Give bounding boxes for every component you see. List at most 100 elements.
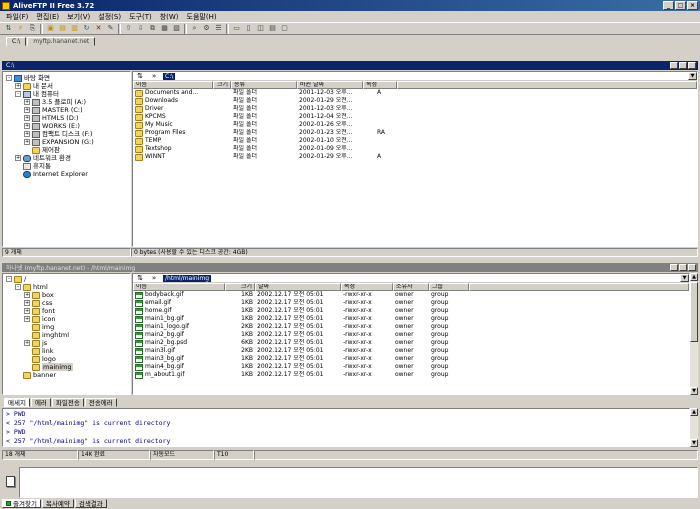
expander-icon[interactable]: - [6,276,12,282]
connect-icon[interactable]: ⇅ [3,24,14,34]
remote-maximize-button[interactable] [679,264,687,271]
menu-settings[interactable]: 설정(S) [94,12,125,22]
table-row[interactable]: main3_bg.gif 1KB 2002.12.17 오전 05:01 -rwxr-… [133,355,689,363]
table-row[interactable]: Documents and... 파일 폴더 2001-12-03 오후... A [133,89,697,97]
table-row[interactable]: main4_bg.gif 1KB 2002.12.17 오전 05:01 -rwxr-… [133,363,689,371]
table-row[interactable]: main3l.gif 2KB 2002.12.17 오전 05:01 -rwxr-xr… [133,347,689,355]
upload-icon[interactable]: ⇧ [123,24,134,34]
delete-icon[interactable]: ✕ [93,24,104,34]
expander-icon[interactable]: + [15,83,21,89]
table-row[interactable]: Downloads 파일 폴더 2002-01-29 오전... [133,97,697,105]
table-row[interactable]: home.gif 1KB 2002.12.17 오전 05:01 -rwxr-xr-x… [133,307,689,315]
scroll-up-icon[interactable]: ▲ [690,273,698,281]
tab-local[interactable]: C:\ [6,37,27,46]
remote-go-icon[interactable]: » [147,274,161,282]
remote-col-group[interactable]: 그룹 [429,283,469,291]
expander-icon[interactable]: + [24,308,30,314]
menu-file[interactable]: 파일(F) [2,12,32,22]
local-up-icon[interactable]: ⇅ [133,72,147,80]
table-row[interactable]: m_about1.gif 1KB 2002.12.17 오전 05:01 -rwxr-… [133,371,689,379]
tree-node[interactable]: + MASTER (C:) [3,106,130,114]
expander-icon[interactable]: - [15,91,21,97]
expander-icon[interactable]: + [24,131,30,137]
copy-icon[interactable]: ⧉ [147,24,158,34]
tree-node[interactable]: + HTMLS (D:) [3,114,130,122]
tree-node[interactable]: + font [3,307,130,315]
remote-scrollbar[interactable]: ▲ ▼ [690,273,698,395]
bottom-tab-search-results[interactable]: 검색결과 [74,499,107,508]
tree-node[interactable]: +3.5 플로피 (A:) [3,98,130,106]
tree-node[interactable]: - 바탕 화면 [3,74,130,82]
remote-address-dropdown-icon[interactable]: ▼ [680,274,689,282]
local-col-type[interactable]: 종류 [231,81,297,89]
expander-icon[interactable]: + [15,155,21,161]
tree-node[interactable]: imghtml [3,331,130,339]
expander-icon[interactable]: + [24,99,30,105]
table-row[interactable]: KPCMS 파일 폴더 2001-12-04 오전... [133,113,697,121]
favorites-side-icon[interactable] [2,464,18,499]
local-address-input[interactable]: C:\ [163,72,176,80]
log-tab-transfer-error[interactable]: 전송에러 [84,398,117,407]
new-folder-icon[interactable]: ▣ [45,24,56,34]
remote-col-attr[interactable]: 속성 [341,283,393,291]
log-scrollbar[interactable]: ▲ ▼ [690,408,698,447]
local-col-date[interactable]: 바뀐 날짜 [297,81,363,89]
close-button[interactable]: × [687,1,698,10]
menu-tools[interactable]: 도구(T) [125,12,156,22]
tree-node[interactable]: + WORKS (E:) [3,122,130,130]
tree-node[interactable]: 휴지통 [3,162,130,170]
local-address-dropdown-icon[interactable]: ▼ [688,72,697,80]
log-scroll-down-icon[interactable]: ▼ [690,439,698,447]
local-col-size[interactable]: 크기 [213,81,231,89]
table-row[interactable]: WINNT 파일 폴더 2002-01-29 오후... A [133,153,697,161]
table-row[interactable]: main2_bg.gif 1KB 2002.12.17 오전 05:01 -rwxr-… [133,331,689,339]
tree-node[interactable]: + js [3,339,130,347]
tile-vertical-icon[interactable]: ▯ [243,24,254,34]
tree-node[interactable]: banner [3,371,130,379]
local-close-button[interactable] [688,62,696,69]
tree-node[interactable]: + EXPANSION (G:) [3,138,130,146]
scroll-down-icon[interactable]: ▼ [690,387,698,395]
download-icon[interactable]: ⇩ [135,24,146,34]
open-folder-icon[interactable]: ▤ [57,24,68,34]
scroll-thumb[interactable] [690,282,698,342]
split-view-icon[interactable]: ▤ [267,24,278,34]
rename-icon[interactable]: ✎ [105,24,116,34]
tree-node[interactable]: mainimg [3,363,130,371]
table-row[interactable]: main1_logo.gif 2KB 2002.12.17 오전 05:01 -rwx… [133,323,689,331]
remote-minimize-button[interactable] [670,264,678,271]
tree-node[interactable]: + box [3,291,130,299]
maximize-button[interactable]: □ [675,1,686,10]
tree-node[interactable]: logo [3,355,130,363]
log-tab-transfer[interactable]: 파일전송 [51,398,84,407]
table-row[interactable]: TEMP 파일 폴더 2002-01-10 오전... [133,137,697,145]
menu-edit[interactable]: 편집(E) [32,12,63,22]
bottom-tab-favorites[interactable]: 즐겨찾기 [2,499,41,508]
table-row[interactable]: email.gif 1KB 2002.12.17 오전 05:01 -rwxr-xr-… [133,299,689,307]
log-icon[interactable]: ☰ [213,24,224,34]
log-tab-message[interactable]: 메세지 [4,398,30,407]
menu-view[interactable]: 보기(V) [63,12,94,22]
cascade-icon[interactable]: ◫ [255,24,266,34]
tree-node[interactable]: 제어판 [3,146,130,154]
minimize-button[interactable]: _ [663,1,674,10]
expander-icon[interactable]: + [24,292,30,298]
log-tab-error[interactable]: 에러 [30,398,51,407]
remote-col-owner[interactable]: 소유자 [393,283,429,291]
expander-icon[interactable]: + [24,340,30,346]
tree-node[interactable]: + 내 문서 [3,82,130,90]
expander-icon[interactable]: + [24,107,30,113]
single-view-icon[interactable]: ▢ [279,24,290,34]
remote-address-input[interactable]: /html/mainimg [163,274,212,282]
bottom-tab-copy-schedule[interactable]: 복사예약 [41,499,74,508]
remote-up-icon[interactable]: ⇅ [133,274,147,282]
refresh-icon[interactable]: ↻ [81,24,92,34]
remote-col-name[interactable]: 이름 [133,283,225,291]
expander-icon[interactable]: - [6,75,12,81]
menu-help[interactable]: 도움말(H) [183,12,221,22]
up-folder-icon[interactable]: ▥ [69,24,80,34]
expander-icon[interactable]: + [24,123,30,129]
paste-icon[interactable]: ▦ [159,24,170,34]
expander-icon[interactable]: + [24,300,30,306]
table-row[interactable]: main1_bg.gif 1KB 2002.12.17 오전 05:01 -rwxr-… [133,315,689,323]
